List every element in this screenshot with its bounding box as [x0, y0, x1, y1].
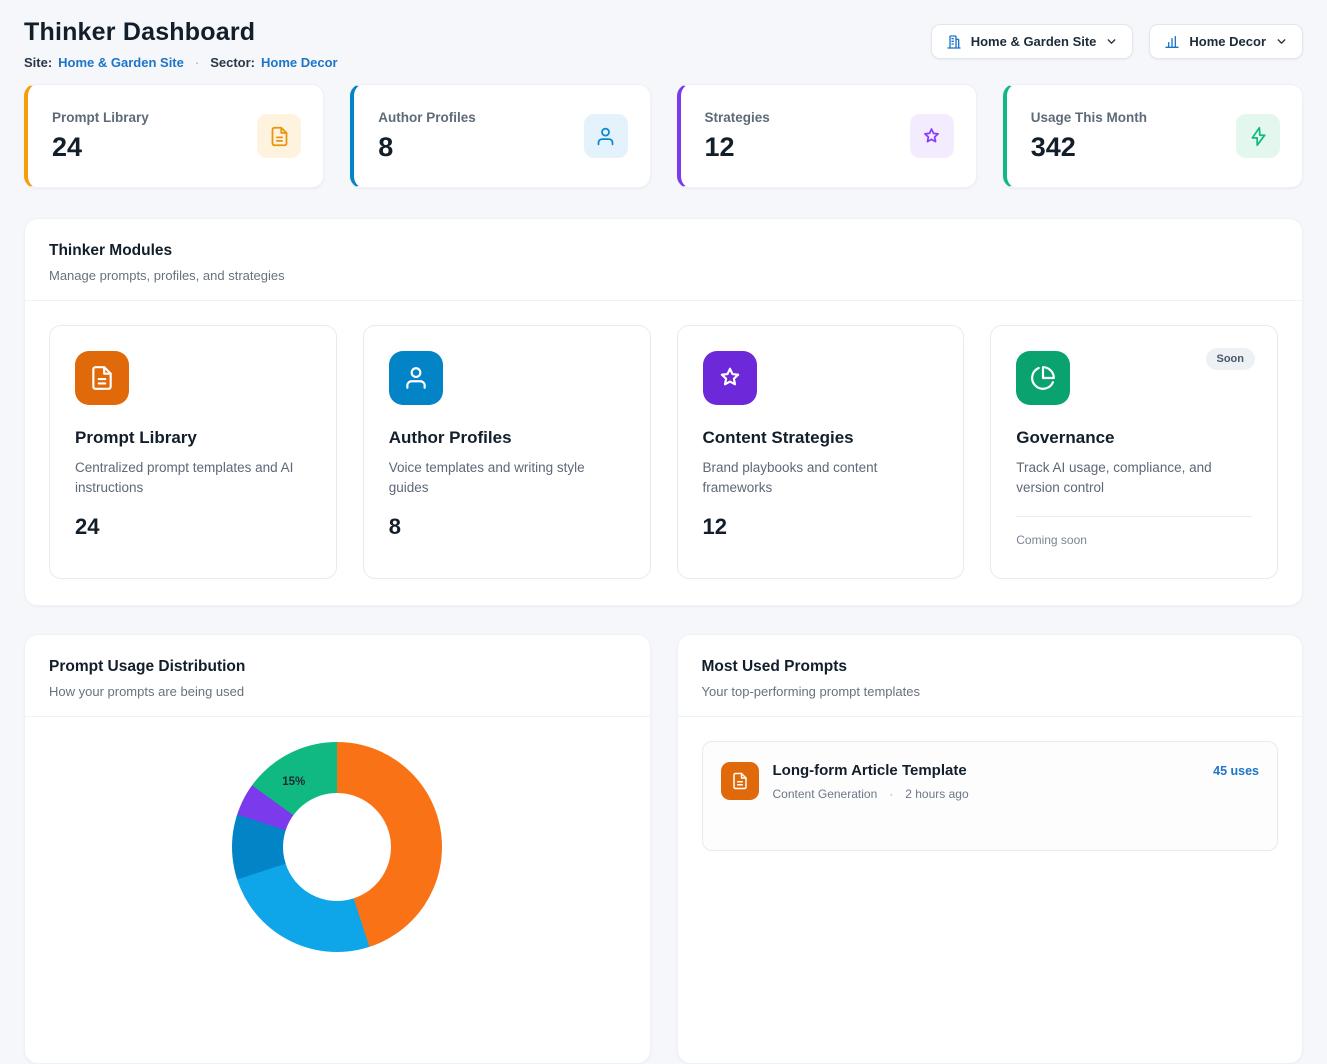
chevron-down-icon	[1275, 35, 1288, 48]
header-toolbar: Home & Garden Site Home Decor	[931, 24, 1303, 59]
bottom-row: Prompt Usage Distribution How your promp…	[24, 634, 1303, 1064]
chevron-down-icon	[1105, 35, 1118, 48]
module-card-author-profiles[interactable]: Author Profiles Voice templates and writ…	[363, 325, 651, 579]
meta-separator: ·	[889, 787, 893, 801]
panel-title: Most Used Prompts	[702, 658, 1279, 676]
prompt-meta: Content Generation · 2 hours ago	[773, 787, 969, 801]
module-card-content-strategies[interactable]: Content Strategies Brand playbooks and c…	[677, 325, 965, 579]
panel-subtitle: How your prompts are being used	[49, 684, 626, 699]
stat-text: Author Profiles 8	[378, 110, 476, 163]
stat-label: Strategies	[705, 110, 770, 125]
prompt-usage-panel: Prompt Usage Distribution How your promp…	[24, 634, 651, 1064]
module-title: Author Profiles	[389, 428, 625, 448]
prompt-category: Content Generation	[773, 787, 878, 801]
donut-hole	[283, 793, 391, 901]
sector-link[interactable]: Home Decor	[261, 55, 338, 70]
module-description: Voice templates and writing style guides	[389, 458, 625, 499]
module-description: Centralized prompt templates and AI inst…	[75, 458, 311, 499]
site-label: Site:	[24, 55, 52, 70]
sector-label: Sector:	[210, 55, 255, 70]
sparkle-star-icon	[703, 351, 757, 405]
sector-dropdown-label: Home Decor	[1189, 34, 1266, 49]
donut-chart: 15%	[232, 742, 442, 952]
module-description: Brand playbooks and content frameworks	[703, 458, 939, 499]
pie-chart-icon	[1016, 351, 1070, 405]
stat-card-author-profiles: Author Profiles 8	[350, 84, 650, 188]
donut-slice-label: 15%	[282, 776, 305, 788]
stat-label: Usage This Month	[1031, 110, 1147, 125]
page-header: Thinker Dashboard Site: Home & Garden Si…	[24, 18, 1303, 70]
sector-dropdown[interactable]: Home Decor	[1149, 24, 1303, 59]
site-dropdown[interactable]: Home & Garden Site	[931, 24, 1134, 59]
module-title: Content Strategies	[703, 428, 939, 448]
building-icon	[946, 34, 962, 50]
stat-value: 12	[705, 132, 770, 163]
soon-badge: Soon	[1206, 348, 1256, 370]
document-icon	[75, 351, 129, 405]
user-icon	[389, 351, 443, 405]
prompt-time: 2 hours ago	[905, 787, 968, 801]
user-icon	[584, 114, 628, 158]
document-icon	[721, 762, 759, 800]
module-description: Track AI usage, compliance, and version …	[1016, 458, 1252, 499]
stat-label: Author Profiles	[378, 110, 476, 125]
module-count: 8	[389, 514, 625, 540]
module-card-prompt-library[interactable]: Prompt Library Centralized prompt templa…	[49, 325, 337, 579]
stat-value: 8	[378, 132, 476, 163]
prompt-title: Long-form Article Template	[773, 762, 969, 779]
thinker-modules-panel: Thinker Modules Manage prompts, profiles…	[24, 218, 1303, 606]
page-title: Thinker Dashboard	[24, 18, 338, 47]
prompt-list: Long-form Article Template Content Gener…	[678, 717, 1303, 875]
stats-row: Prompt Library 24 Author Profiles 8 Stra…	[24, 84, 1303, 188]
prompt-uses-badge: 45 uses	[1213, 764, 1259, 778]
document-icon	[257, 114, 301, 158]
panel-title: Prompt Usage Distribution	[49, 658, 626, 676]
panel-head: Thinker Modules Manage prompts, profiles…	[25, 219, 1302, 301]
panel-subtitle: Manage prompts, profiles, and strategies	[49, 268, 1278, 283]
breadcrumb: Site: Home & Garden Site · Sector: Home …	[24, 55, 338, 70]
module-card-governance[interactable]: Soon Governance Track AI usage, complian…	[990, 325, 1278, 579]
stat-card-prompt-library: Prompt Library 24	[24, 84, 324, 188]
thinker-dashboard-page: Thinker Dashboard Site: Home & Garden Si…	[0, 0, 1327, 1064]
stat-label: Prompt Library	[52, 110, 149, 125]
prompt-item-body: Long-form Article Template Content Gener…	[773, 762, 969, 801]
meta-separator: ·	[195, 55, 199, 70]
stat-text: Prompt Library 24	[52, 110, 149, 163]
panel-head: Prompt Usage Distribution How your promp…	[25, 635, 650, 717]
site-dropdown-label: Home & Garden Site	[971, 34, 1097, 49]
stat-card-strategies: Strategies 12	[677, 84, 977, 188]
site-link[interactable]: Home & Garden Site	[58, 55, 184, 70]
prompt-list-item[interactable]: Long-form Article Template Content Gener…	[702, 741, 1279, 851]
module-count: 24	[75, 514, 311, 540]
stat-card-usage: Usage This Month 342	[1003, 84, 1303, 188]
module-count: 12	[703, 514, 939, 540]
header-left: Thinker Dashboard Site: Home & Garden Si…	[24, 18, 338, 70]
coming-soon-text: Coming soon	[1016, 516, 1252, 547]
panel-title: Thinker Modules	[49, 242, 1278, 260]
panel-subtitle: Your top-performing prompt templates	[702, 684, 1279, 699]
donut-chart-area: 15%	[25, 717, 650, 1057]
module-title: Governance	[1016, 428, 1252, 448]
modules-grid: Prompt Library Centralized prompt templa…	[25, 301, 1302, 605]
module-title: Prompt Library	[75, 428, 311, 448]
stat-value: 342	[1031, 132, 1147, 163]
sparkle-star-icon	[910, 114, 954, 158]
most-used-panel: Most Used Prompts Your top-performing pr…	[677, 634, 1304, 1064]
bar-chart-icon	[1164, 34, 1180, 50]
panel-head: Most Used Prompts Your top-performing pr…	[678, 635, 1303, 717]
lightning-icon	[1236, 114, 1280, 158]
stat-text: Usage This Month 342	[1031, 110, 1147, 163]
stat-text: Strategies 12	[705, 110, 770, 163]
stat-value: 24	[52, 132, 149, 163]
